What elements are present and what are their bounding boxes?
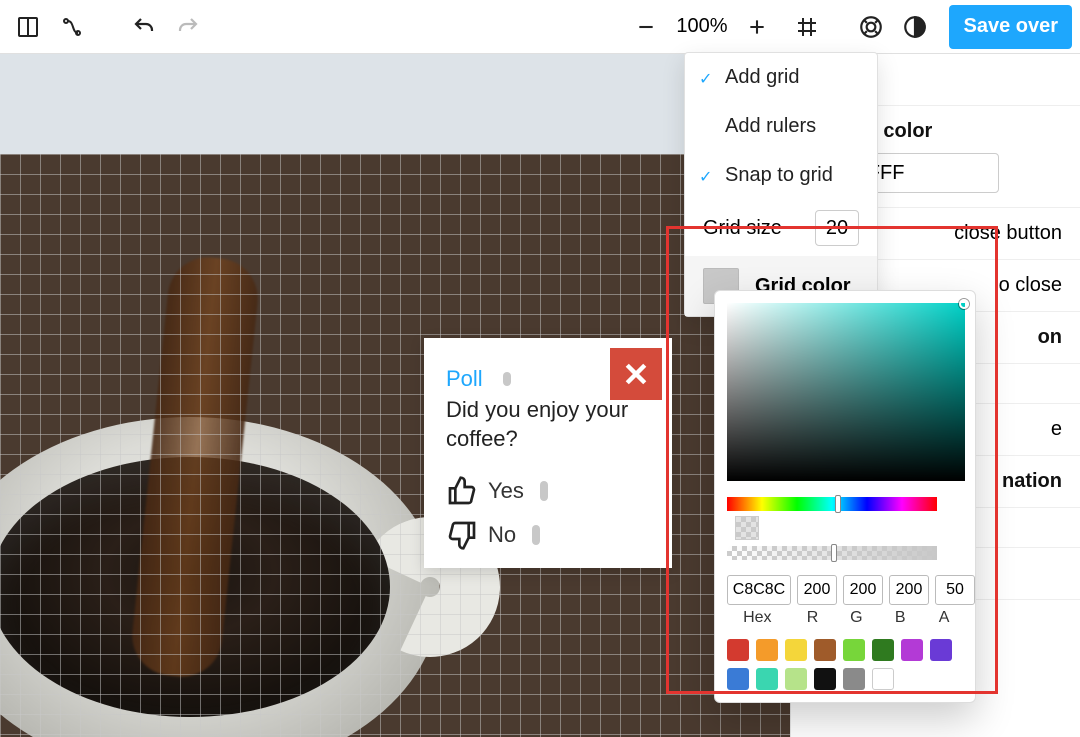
g-label: G <box>837 609 875 627</box>
menu-snap-label: Snap to grid <box>725 164 833 186</box>
swatch-row-1 <box>727 639 963 661</box>
menu-add-rulers-label: Add rulers <box>725 115 816 137</box>
check-icon: ✓ <box>699 167 712 187</box>
close-button-label: close button <box>954 222 1062 244</box>
layout-panel-icon <box>16 15 40 39</box>
b-input[interactable] <box>889 575 929 605</box>
poll-yes-bar <box>540 481 548 501</box>
b-label: B <box>881 609 919 627</box>
a-label: A <box>925 609 963 627</box>
layout-panel-button[interactable] <box>8 7 48 47</box>
g-input[interactable] <box>843 575 883 605</box>
swatch-row-2 <box>727 668 963 690</box>
hue-slider[interactable] <box>727 497 937 511</box>
poll-widget[interactable]: Poll Did you enjoy your coffee? Yes No <box>424 338 672 568</box>
alpha-slider[interactable] <box>727 546 937 560</box>
section-e: e <box>1051 418 1062 440</box>
r-input[interactable] <box>797 575 837 605</box>
color-swatch[interactable] <box>785 639 807 661</box>
plus-icon <box>747 17 767 37</box>
poll-option-yes[interactable]: Yes <box>446 475 650 507</box>
color-swatch[interactable] <box>756 639 778 661</box>
zoom-level: 100% <box>676 15 727 38</box>
poll-yes-label: Yes <box>488 478 524 504</box>
color-swatch[interactable] <box>930 639 952 661</box>
path-tool-button[interactable] <box>52 7 92 47</box>
zoom-out-button[interactable] <box>626 7 666 47</box>
color-swatch[interactable] <box>727 639 749 661</box>
top-toolbar: 100% Save over <box>0 0 1080 54</box>
path-icon <box>60 15 84 39</box>
alpha-thumb[interactable] <box>831 544 837 562</box>
grid-icon <box>795 15 819 39</box>
color-preview <box>735 516 759 540</box>
color-swatch[interactable] <box>814 639 836 661</box>
saturation-value-area[interactable] <box>727 303 965 481</box>
poll-indicator <box>503 372 511 386</box>
hex-label: Hex <box>727 609 788 627</box>
color-swatch[interactable] <box>872 668 894 690</box>
contrast-button[interactable] <box>895 7 935 47</box>
grid-size-label: Grid size <box>703 217 782 240</box>
check-icon: ✓ <box>699 69 712 89</box>
menu-add-rulers[interactable]: Add rulers <box>685 102 877 151</box>
menu-grid-size: Grid size <box>685 200 877 256</box>
poll-option-no[interactable]: No <box>446 519 650 551</box>
redo-icon <box>176 15 200 39</box>
poll-no-label: No <box>488 522 516 548</box>
redo-button[interactable] <box>168 7 208 47</box>
menu-snap-to-grid[interactable]: ✓ Snap to grid <box>685 151 877 200</box>
color-swatch[interactable] <box>843 639 865 661</box>
grid-button[interactable] <box>787 7 827 47</box>
section-on: on <box>1038 326 1062 348</box>
poll-no-bar <box>532 525 540 545</box>
color-swatch[interactable] <box>814 668 836 690</box>
color-swatch[interactable] <box>901 639 923 661</box>
hue-thumb[interactable] <box>835 495 841 513</box>
undo-icon <box>132 15 156 39</box>
menu-add-grid[interactable]: ✓ Add grid <box>685 53 877 102</box>
zoom-in-button[interactable] <box>737 7 777 47</box>
hex-input[interactable] <box>727 575 791 605</box>
color-swatch[interactable] <box>785 668 807 690</box>
menu-add-grid-label: Add grid <box>725 66 800 88</box>
r-label: R <box>794 609 832 627</box>
section-nation: nation <box>1002 470 1062 492</box>
color-picker: Hex R G B A <box>714 290 976 703</box>
canvas-stage[interactable]: Poll Did you enjoy your coffee? Yes No <box>0 154 790 737</box>
poll-close-button[interactable] <box>610 348 662 400</box>
poll-title: Poll <box>446 366 483 392</box>
lifebuoy-icon <box>858 14 884 40</box>
color-swatch[interactable] <box>872 639 894 661</box>
contrast-icon <box>902 14 928 40</box>
minus-icon <box>636 17 656 37</box>
sv-cursor[interactable] <box>959 299 969 309</box>
color-swatch[interactable] <box>756 668 778 690</box>
help-button[interactable] <box>851 7 891 47</box>
to-close-label: o close <box>999 274 1062 296</box>
zoom-controls: 100% <box>626 7 827 47</box>
color-swatch[interactable] <box>727 668 749 690</box>
a-input[interactable] <box>935 575 975 605</box>
poll-question: Did you enjoy your coffee? <box>446 396 650 453</box>
color-swatch[interactable] <box>843 668 865 690</box>
close-icon <box>621 359 651 389</box>
thumbs-up-icon <box>446 475 478 507</box>
save-button[interactable]: Save over <box>949 5 1072 49</box>
undo-button[interactable] <box>124 7 164 47</box>
thumbs-down-icon <box>446 519 478 551</box>
grid-menu: ✓ Add grid Add rulers ✓ Snap to grid Gri… <box>684 52 878 317</box>
grid-size-input[interactable] <box>815 210 859 246</box>
